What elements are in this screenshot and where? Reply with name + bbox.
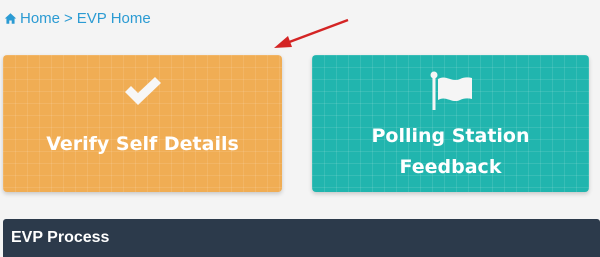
evp-process-header: EVP Process	[3, 219, 600, 257]
polling-station-feedback-label: Polling Station Feedback	[371, 121, 529, 183]
breadcrumb-current[interactable]: EVP Home	[77, 10, 151, 27]
breadcrumb-home-label[interactable]: Home	[20, 10, 60, 27]
flag-icon	[430, 71, 472, 110]
polling-station-feedback-line1: Polling Station	[371, 125, 530, 147]
polling-station-feedback-line2: Feedback	[399, 156, 502, 178]
breadcrumb: Home > EVP Home	[4, 10, 151, 27]
polling-station-feedback-card[interactable]: Polling Station Feedback	[312, 55, 589, 192]
check-icon	[124, 77, 161, 105]
breadcrumb-home-link[interactable]: Home	[4, 10, 60, 27]
home-icon	[4, 13, 17, 24]
breadcrumb-separator: >	[64, 10, 73, 27]
evp-process-title: EVP Process	[11, 229, 110, 246]
verify-self-details-label: Verify Self Details	[46, 133, 239, 155]
verify-self-details-card[interactable]: Verify Self Details	[3, 55, 282, 192]
annotation-arrow	[274, 18, 349, 48]
